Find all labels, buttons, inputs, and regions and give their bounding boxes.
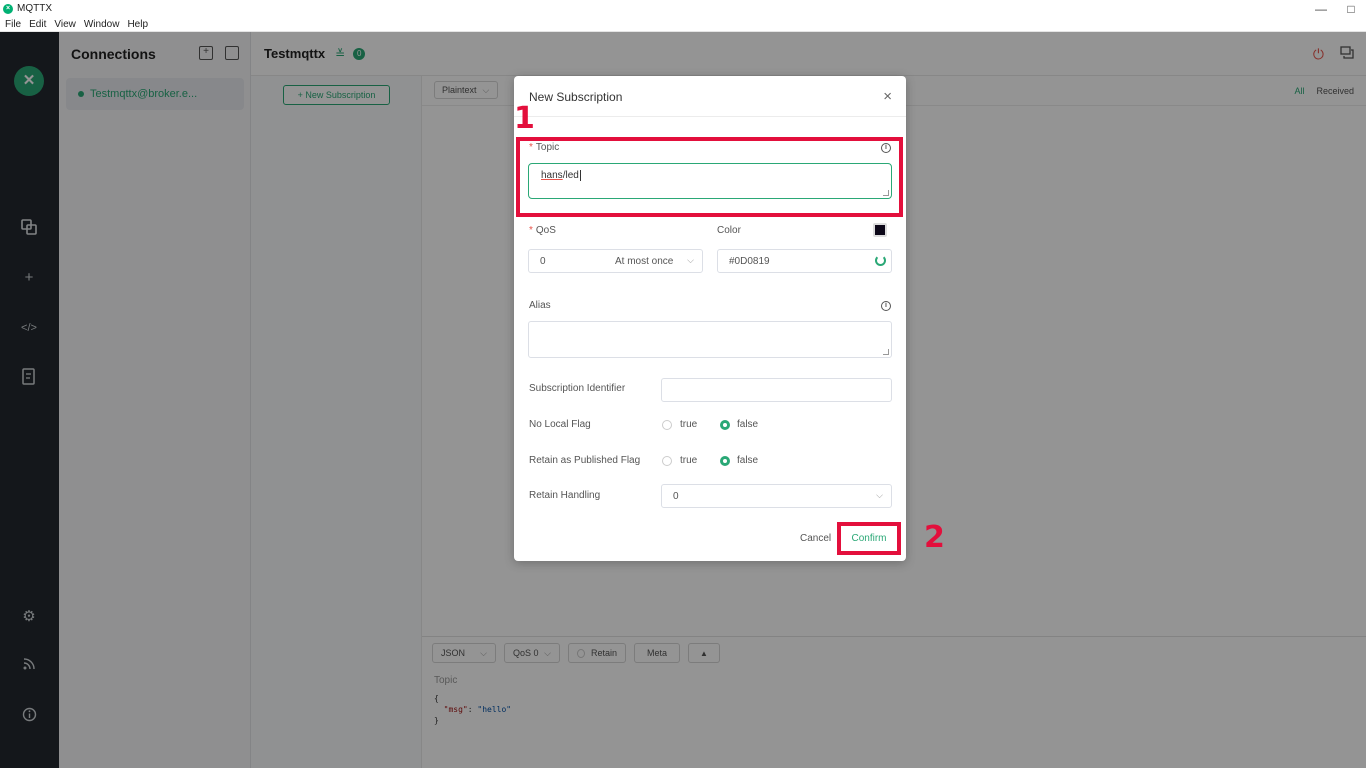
menu-edit[interactable]: Edit [29, 19, 46, 30]
no-local-true-radio[interactable] [662, 420, 672, 430]
subscription-identifier-input[interactable] [661, 378, 892, 402]
no-local-false-label: false [737, 419, 759, 430]
color-swatch[interactable] [873, 223, 887, 237]
retain-handling-value: 0 [673, 490, 679, 502]
qos-dropdown-value: 0 [540, 255, 546, 267]
retain-as-published-label: Retain as Published Flag [529, 455, 641, 466]
menu-file[interactable]: File [5, 19, 21, 30]
rap-true-radio[interactable] [662, 456, 672, 466]
annotation-box-topic [516, 137, 903, 217]
maximize-button[interactable]: □ [1336, 2, 1366, 16]
qos-label: * QoS [529, 225, 556, 236]
color-value: #0D0819 [729, 255, 770, 267]
annotation-box-confirm [837, 522, 901, 555]
title-bar: × MQTTX — □ [0, 0, 1366, 17]
window-controls: — □ [1306, 0, 1366, 17]
alias-label: Alias [529, 300, 551, 311]
cancel-button[interactable]: Cancel [800, 533, 831, 544]
qos-dropdown[interactable]: 0 At most once ⌵ [528, 249, 703, 273]
annotation-number-2: 2 [924, 520, 945, 555]
no-local-flag-label: No Local Flag [529, 419, 591, 430]
annotation-number-1: 1 [514, 101, 535, 136]
color-label: Color [717, 225, 741, 236]
info-icon[interactable]: i [881, 301, 891, 311]
app-title: MQTTX [17, 3, 52, 14]
rap-false-label: false [737, 455, 759, 466]
no-local-true-label: true [680, 419, 698, 430]
alias-field[interactable] [528, 321, 892, 358]
close-icon[interactable]: × [883, 89, 892, 104]
rap-true-label: true [680, 455, 698, 466]
subscription-identifier-label: Subscription Identifier [529, 383, 626, 394]
chevron-down-icon: ⌵ [687, 255, 694, 265]
qos-dropdown-desc: At most once [615, 255, 674, 267]
color-input[interactable]: #0D0819 [717, 249, 892, 273]
menu-help[interactable]: Help [127, 19, 148, 30]
divider [514, 116, 906, 117]
menu-window[interactable]: Window [84, 19, 120, 30]
retain-handling-dropdown[interactable]: 0 ⌵ [661, 484, 892, 508]
retain-handling-label: Retain Handling [529, 490, 601, 501]
menu-bar: File Edit View Window Help [0, 17, 1366, 32]
resize-handle[interactable] [883, 349, 889, 355]
minimize-button[interactable]: — [1306, 2, 1336, 16]
refresh-icon[interactable] [875, 255, 886, 266]
chevron-down-icon: ⌵ [876, 490, 883, 500]
menu-view[interactable]: View [54, 19, 76, 30]
app-icon: × [3, 3, 13, 14]
no-local-false-radio[interactable] [720, 420, 730, 430]
rap-false-radio[interactable] [720, 456, 730, 466]
dialog-title: New Subscription [529, 90, 623, 104]
qos-label-text: QoS [535, 225, 556, 236]
